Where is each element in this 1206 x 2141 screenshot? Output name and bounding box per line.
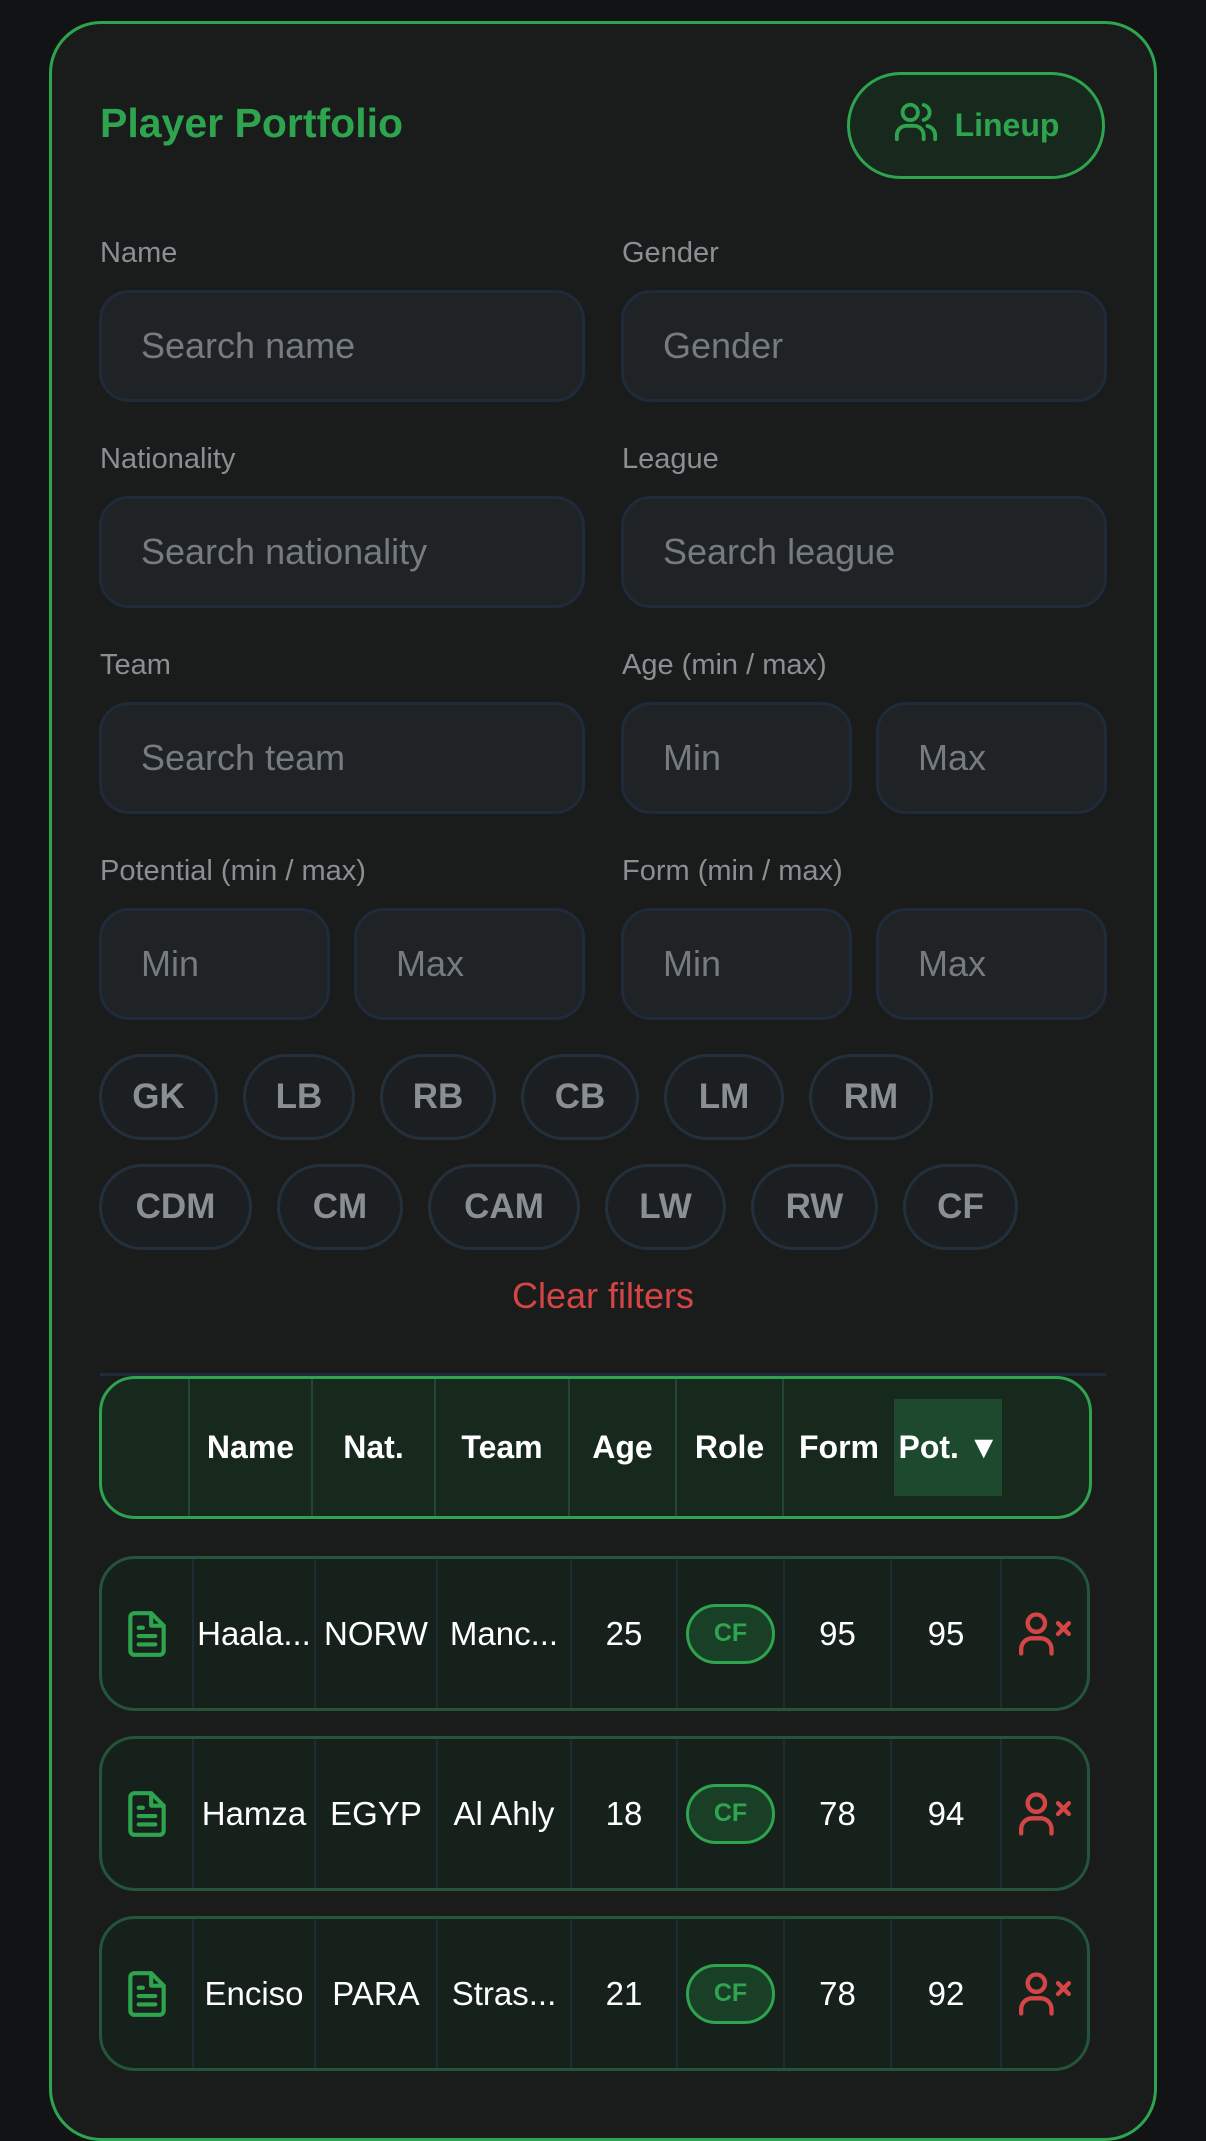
- player-team: Manc...: [436, 1559, 570, 1708]
- age-label: Age (min / max): [622, 649, 827, 681]
- age-min-input[interactable]: [663, 737, 849, 779]
- form-min-input[interactable]: [663, 943, 849, 985]
- column-header-nationality[interactable]: Nat.: [311, 1379, 434, 1516]
- lineup-button[interactable]: Lineup: [847, 72, 1105, 179]
- position-chip-cb[interactable]: CB: [521, 1054, 639, 1140]
- player-role-cell: CF: [676, 1739, 783, 1888]
- position-chip-rb[interactable]: RB: [380, 1054, 496, 1140]
- table-row: Haala... NORW Manc... 25 CF 95 95: [99, 1556, 1090, 1711]
- column-header-potential-sorted[interactable]: Pot. ▼: [894, 1399, 1002, 1496]
- role-badge: CF: [686, 1963, 775, 2024]
- column-header-name[interactable]: Name: [188, 1379, 311, 1516]
- position-chip-lw[interactable]: LW: [605, 1164, 726, 1250]
- table-header: Name Nat. Team Age Role Form Pot. ▼: [99, 1376, 1092, 1519]
- potential-max-field[interactable]: [354, 908, 585, 1020]
- form-min-field[interactable]: [621, 908, 852, 1020]
- remove-player-icon[interactable]: [1000, 1739, 1087, 1888]
- gender-field[interactable]: [621, 290, 1107, 402]
- potential-label: Potential (min / max): [100, 855, 366, 887]
- player-role-cell: CF: [676, 1919, 783, 2068]
- form-max-input[interactable]: [918, 943, 1104, 985]
- name-label: Name: [100, 237, 178, 269]
- remove-player-icon[interactable]: [1000, 1919, 1087, 2068]
- position-chip-lm[interactable]: LM: [664, 1054, 784, 1140]
- potential-max-input[interactable]: [396, 943, 582, 985]
- position-chip-cdm[interactable]: CDM: [99, 1164, 252, 1250]
- nationality-field[interactable]: [99, 496, 585, 608]
- position-chip-gk[interactable]: GK: [99, 1054, 218, 1140]
- name-input[interactable]: [141, 325, 582, 367]
- player-name: Hamza: [192, 1739, 314, 1888]
- position-chip-rm[interactable]: RM: [809, 1054, 933, 1140]
- player-potential: 95: [890, 1559, 1000, 1708]
- column-header-age[interactable]: Age: [568, 1379, 675, 1516]
- player-age: 18: [570, 1739, 676, 1888]
- player-nationality: PARA: [314, 1919, 436, 2068]
- form-max-field[interactable]: [876, 908, 1107, 1020]
- potential-min-field[interactable]: [99, 908, 330, 1020]
- page-title: Player Portfolio: [100, 100, 404, 146]
- column-header-role[interactable]: Role: [675, 1379, 782, 1516]
- player-potential: 92: [890, 1919, 1000, 2068]
- lineup-label: Lineup: [954, 107, 1060, 143]
- clear-filters-link[interactable]: Clear filters: [0, 1275, 1206, 1317]
- league-field[interactable]: [621, 496, 1107, 608]
- position-chip-cam[interactable]: CAM: [428, 1164, 580, 1250]
- position-chip-lb[interactable]: LB: [243, 1054, 355, 1140]
- remove-player-icon[interactable]: [1000, 1559, 1087, 1708]
- nationality-input[interactable]: [141, 531, 582, 573]
- position-chip-cf[interactable]: CF: [903, 1164, 1018, 1250]
- team-field[interactable]: [99, 702, 585, 814]
- player-nationality: NORW: [314, 1559, 436, 1708]
- player-form: 78: [783, 1739, 890, 1888]
- position-chip-cm[interactable]: CM: [277, 1164, 403, 1250]
- gender-label: Gender: [622, 237, 719, 269]
- column-header-team[interactable]: Team: [434, 1379, 568, 1516]
- player-team: Stras...: [436, 1919, 570, 2068]
- league-label: League: [622, 443, 719, 475]
- name-field[interactable]: [99, 290, 585, 402]
- age-max-input[interactable]: [918, 737, 1104, 779]
- player-age: 21: [570, 1919, 676, 2068]
- users-icon: [893, 99, 939, 153]
- league-input[interactable]: [663, 531, 1104, 573]
- document-icon[interactable]: [102, 1559, 192, 1708]
- position-chip-rw[interactable]: RW: [751, 1164, 878, 1250]
- nationality-label: Nationality: [100, 443, 236, 475]
- player-form: 78: [783, 1919, 890, 2068]
- player-nationality: EGYP: [314, 1739, 436, 1888]
- player-potential: 94: [890, 1739, 1000, 1888]
- age-min-field[interactable]: [621, 702, 852, 814]
- player-team: Al Ahly: [436, 1739, 570, 1888]
- potential-min-input[interactable]: [141, 943, 327, 985]
- column-header-form[interactable]: Form: [782, 1379, 894, 1516]
- gender-input[interactable]: [663, 325, 1104, 367]
- role-badge: CF: [686, 1783, 775, 1844]
- player-name: Haala...: [192, 1559, 314, 1708]
- player-age: 25: [570, 1559, 676, 1708]
- player-role-cell: CF: [676, 1559, 783, 1708]
- document-icon[interactable]: [102, 1739, 192, 1888]
- team-label: Team: [100, 649, 171, 681]
- table-row: Hamza EGYP Al Ahly 18 CF 78 94: [99, 1736, 1090, 1891]
- form-label: Form (min / max): [622, 855, 843, 887]
- document-icon[interactable]: [102, 1919, 192, 2068]
- team-input[interactable]: [141, 737, 582, 779]
- player-form: 95: [783, 1559, 890, 1708]
- table-row: Enciso PARA Stras... 21 CF 78 92: [99, 1916, 1090, 2071]
- age-max-field[interactable]: [876, 702, 1107, 814]
- player-name: Enciso: [192, 1919, 314, 2068]
- role-badge: CF: [686, 1603, 775, 1664]
